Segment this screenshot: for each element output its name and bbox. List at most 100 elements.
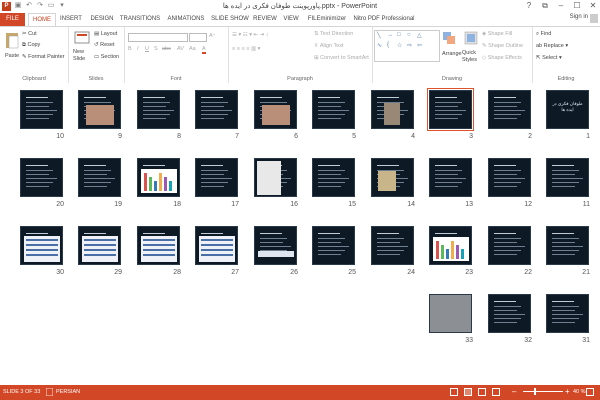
proofing-icon[interactable]: [46, 388, 53, 396]
format-painter-button[interactable]: ✎ Format Painter: [22, 54, 65, 60]
strikethrough-button[interactable]: abc: [162, 46, 171, 52]
normal-view-icon[interactable]: [450, 388, 458, 396]
sign-in-link[interactable]: Sign in: [570, 14, 588, 20]
tab-slide-show[interactable]: SLIDE SHOW: [210, 13, 250, 26]
tab-insert[interactable]: INSERT: [58, 13, 84, 26]
find-button[interactable]: ⌕ Find: [536, 31, 551, 38]
shape-outline-button[interactable]: ✎ Shape Outline: [482, 43, 523, 49]
tab-file[interactable]: FILE: [0, 13, 25, 26]
slide-thumbnail[interactable]: [371, 158, 414, 197]
slide-thumbnail[interactable]: [254, 158, 297, 197]
paste-icon[interactable]: [5, 31, 19, 49]
slide-thumbnail[interactable]: [546, 226, 589, 265]
slide-thumbnail[interactable]: [20, 158, 63, 197]
reset-button[interactable]: ↺ Reset: [94, 42, 115, 48]
zoom-out-icon[interactable]: –: [512, 387, 516, 396]
slide-thumbnail[interactable]: [546, 158, 589, 197]
slideshow-view-icon[interactable]: [492, 388, 500, 396]
select-button[interactable]: ⇱ Select ▾: [536, 55, 562, 61]
arrange-button[interactable]: Arrange: [442, 51, 462, 57]
convert-smartart-button[interactable]: ⊞ Convert to SmartArt: [314, 55, 369, 61]
shapes-gallery[interactable]: ╲ → □ ○ △ ∿ { ☆ ⇨ ⇦: [374, 30, 440, 62]
slide-thumbnail[interactable]: [429, 158, 472, 197]
slide-thumbnail[interactable]: [78, 226, 121, 265]
reading-view-icon[interactable]: [478, 388, 486, 396]
new-slide-icon[interactable]: [74, 31, 90, 45]
slide-thumbnail[interactable]: [488, 90, 531, 129]
quick-styles-button[interactable]: Quick Styles: [462, 50, 480, 64]
underline-button[interactable]: U: [145, 46, 149, 52]
tab-transitions[interactable]: TRANSITIONS: [118, 13, 162, 26]
zoom-level[interactable]: 40 %: [573, 389, 586, 395]
zoom-in-icon[interactable]: +: [565, 387, 570, 396]
slide-thumbnail[interactable]: [195, 158, 238, 197]
layout-button[interactable]: ▤ Layout: [94, 31, 117, 37]
bullets-icon[interactable]: ☰ ▾ ☷ ▾ ⇤ ⇥ ↕: [232, 32, 269, 38]
account-avatar[interactable]: [590, 14, 598, 23]
shape-fill-button[interactable]: ◈ Shape Fill: [482, 31, 512, 37]
tab-home[interactable]: HOME: [28, 13, 56, 26]
maximize-button[interactable]: ☐: [572, 1, 582, 11]
font-size-select[interactable]: [189, 33, 207, 42]
slide-thumbnail[interactable]: [488, 226, 531, 265]
slide-thumbnail[interactable]: [546, 294, 589, 333]
slide-thumbnail[interactable]: [488, 294, 531, 333]
slide-thumbnail[interactable]: [137, 158, 180, 197]
italic-button[interactable]: I: [137, 46, 139, 52]
font-color-button[interactable]: A: [202, 46, 206, 54]
font-name-select[interactable]: [128, 33, 188, 42]
slide-thumbnail[interactable]: [312, 90, 355, 129]
slide-thumbnail[interactable]: [371, 226, 414, 265]
tab-fileminimizer[interactable]: FILEminimizer: [304, 13, 350, 26]
tab-view[interactable]: VIEW: [280, 13, 302, 26]
slide-thumbnail[interactable]: [312, 226, 355, 265]
quick-styles-icon[interactable]: [464, 31, 478, 47]
slide-thumbnail[interactable]: [429, 294, 472, 333]
slide-thumbnail[interactable]: [20, 226, 63, 265]
cut-button[interactable]: ✂ Cut: [22, 31, 37, 37]
language-status[interactable]: PERSIAN: [56, 389, 80, 395]
slide-sorter-view-icon[interactable]: [464, 388, 472, 396]
tab-review[interactable]: REVIEW: [252, 13, 278, 26]
slide-thumbnail[interactable]: [195, 226, 238, 265]
slide-thumbnail[interactable]: [195, 90, 238, 129]
grow-font-icon[interactable]: A⁺: [209, 33, 216, 39]
slide-thumbnail[interactable]: [78, 90, 121, 129]
minimize-button[interactable]: –: [556, 1, 566, 11]
shadow-button[interactable]: S: [154, 46, 158, 52]
align-text-button[interactable]: ⇳ Align Text: [314, 43, 344, 49]
fit-to-window-icon[interactable]: [586, 388, 594, 396]
slide-thumbnail[interactable]: [254, 90, 297, 129]
char-spacing-button[interactable]: AV: [177, 46, 184, 52]
slide-thumbnail[interactable]: [312, 158, 355, 197]
ribbon-display-options-button[interactable]: ⧉: [540, 1, 550, 11]
slide-thumbnail[interactable]: [254, 226, 297, 265]
align-icons[interactable]: ≡ ≡ ≡ ≡ ▥ ▾: [232, 46, 260, 52]
zoom-slider[interactable]: [523, 391, 563, 392]
arrange-icon[interactable]: [442, 31, 456, 47]
copy-button[interactable]: ⧉ Copy: [22, 42, 40, 49]
slide-thumbnail[interactable]: [78, 158, 121, 197]
new-slide-button[interactable]: New Slide: [73, 49, 93, 63]
change-case-button[interactable]: Aa: [189, 46, 196, 52]
section-button[interactable]: ▭ Section: [94, 54, 119, 60]
slide-thumbnail[interactable]: [371, 90, 414, 129]
slide-thumbnail[interactable]: [20, 90, 63, 129]
slide-thumbnail[interactable]: [429, 226, 472, 265]
slide-thumbnail[interactable]: [427, 88, 474, 131]
zoom-slider-thumb[interactable]: [534, 388, 536, 395]
slide-thumbnail[interactable]: [488, 158, 531, 197]
tab-design[interactable]: DESIGN: [88, 13, 116, 26]
close-button[interactable]: ✕: [588, 1, 598, 11]
replace-button[interactable]: ab Replace ▾: [536, 43, 568, 49]
slide-thumbnail[interactable]: [137, 90, 180, 129]
slide-thumbnail[interactable]: [137, 226, 180, 265]
shape-effects-button[interactable]: ◇ Shape Effects: [482, 55, 522, 61]
paste-button[interactable]: Paste: [5, 53, 19, 59]
help-button[interactable]: ?: [524, 1, 534, 11]
tab-animations[interactable]: ANIMATIONS: [164, 13, 208, 26]
slide-thumbnail[interactable]: طوفان فکری در ایده ها: [546, 90, 589, 129]
bold-button[interactable]: B: [128, 46, 132, 52]
text-direction-button[interactable]: ⇅ Text Direction: [314, 31, 353, 37]
tab-nitro-pdf[interactable]: Nitro PDF Professional: [352, 13, 416, 26]
